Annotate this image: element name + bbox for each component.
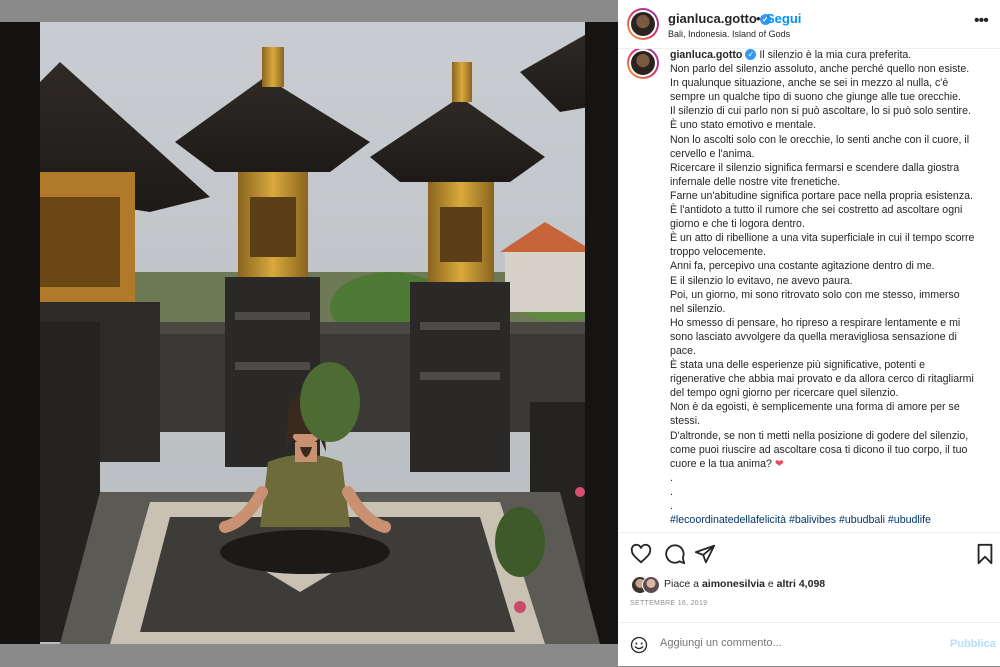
caption-line: Non parlo del silenzio assoluto, anche p… xyxy=(670,63,970,76)
caption-line: pace. xyxy=(670,344,696,357)
caption-line: D'altronde, se non ti metti nella posizi… xyxy=(670,429,969,442)
caption-line: sempre un qualche tipo di suono che giun… xyxy=(670,91,961,104)
liker-avatar[interactable] xyxy=(642,576,660,594)
caption-line: È uno stato emotivo e mentale. xyxy=(670,119,817,132)
post-header: gianluca.gotto ✓ • Segui Bali, Indonesia.… xyxy=(618,0,1000,49)
action-bar xyxy=(618,532,1000,573)
caption-line: stessi. xyxy=(670,415,701,428)
caption-line: Non è da egoisti, è semplicemente una fo… xyxy=(670,401,960,414)
post-detail-panel: gianluca.gotto ✓ • Segui Bali, Indonesia.… xyxy=(618,0,1000,666)
caption-line: Non lo ascolti solo con le orecchie, lo … xyxy=(670,133,970,146)
location-link[interactable]: Bali, Indonesia. Island of Gods xyxy=(668,29,790,39)
more-options-icon[interactable]: ••• xyxy=(974,12,989,30)
caption-line: In qualunque situazione, anche se sei in… xyxy=(670,77,949,90)
caption-hashtags[interactable]: #lecoordinatedellafelicità #balivibes #u… xyxy=(670,513,988,527)
share-icon[interactable] xyxy=(694,543,716,565)
caption-line: È un atto di ribellione a una vita super… xyxy=(670,232,975,245)
post-photo[interactable] xyxy=(0,22,618,644)
caption-avatar[interactable] xyxy=(627,49,659,79)
comment-icon[interactable] xyxy=(664,543,686,565)
caption-line: rigenerative che abbia mai provato e da … xyxy=(670,373,974,386)
caption-line: E il silenzio lo evitavo, ne avevo paura… xyxy=(670,274,853,287)
avatar[interactable] xyxy=(627,8,659,40)
comments-area[interactable]: gianluca.gotto ✓ Il silenzio è la mia cur… xyxy=(618,49,1000,532)
caption-line: È l'antidoto a tutto il rumore che sei c… xyxy=(670,204,963,217)
caption-first-line: gianluca.gotto ✓ Il silenzio è la mia cur… xyxy=(670,49,912,61)
caption-line: Ho smesso di pensare, ho ripreso a respi… xyxy=(670,316,961,329)
post-date[interactable]: SETTEMBRE 16, 2019 xyxy=(630,600,707,607)
caption-line: troppo velocemente. xyxy=(670,246,766,259)
caption-last-line: cuore e la tua anima? ❤ xyxy=(670,457,784,470)
caption-line: È stata una delle esperienze più signifi… xyxy=(670,359,926,372)
separator-dot: • xyxy=(756,11,761,26)
bookmark-icon[interactable] xyxy=(974,543,996,565)
caption-line: sono lasciato avvolgere da quella meravi… xyxy=(670,330,957,343)
caption-line: nel silenzio. xyxy=(670,302,726,315)
temple-meditation-image xyxy=(0,22,618,644)
caption-line: come puoi riuscire ad ascoltare cosa ti … xyxy=(670,443,968,456)
caption-line: Il silenzio di cui parlo non si può asco… xyxy=(670,105,971,118)
caption-line: Anni fa, percepivo una costante agitazio… xyxy=(670,260,935,273)
follow-button[interactable]: Segui xyxy=(766,11,801,26)
red-heart-emoji: ❤ xyxy=(774,457,784,470)
likes-row: Piace a aimonesilvia e altri 4,098 xyxy=(618,572,1000,596)
caption-line: infernale delle nostre vite frenetiche. xyxy=(670,175,841,188)
verified-badge-icon: ✓ xyxy=(745,49,757,60)
comment-input[interactable] xyxy=(660,637,910,649)
publish-button[interactable]: Pubblica xyxy=(950,638,996,650)
caption-dot: . xyxy=(670,500,673,512)
caption-dot: . xyxy=(670,485,673,498)
caption-line: Ricercare il silenzio significa fermarsi… xyxy=(670,161,960,174)
caption-dot: . xyxy=(670,471,673,484)
caption-line: Poi, un giorno, mi sono ritrovato solo c… xyxy=(670,288,960,301)
caption-line: Farne un'abitudine significa portare pac… xyxy=(670,189,973,202)
caption-username[interactable]: gianluca.gotto xyxy=(670,49,742,61)
emoji-icon[interactable] xyxy=(630,636,648,654)
heart-outline-icon[interactable] xyxy=(630,543,652,565)
caption-line: cervello e l'anima. xyxy=(670,147,755,160)
caption-text: gianluca.gotto ✓ Il silenzio è la mia cur… xyxy=(670,49,988,527)
likes-count[interactable]: Piace a aimonesilvia e altri 4,098 xyxy=(664,578,825,590)
caption-line: del tempo ogni giorno per ricercare quel… xyxy=(670,387,899,400)
caption-line: giorno e che ti logora dentro. xyxy=(670,218,805,231)
add-comment-bar: Pubblica xyxy=(618,622,1000,667)
